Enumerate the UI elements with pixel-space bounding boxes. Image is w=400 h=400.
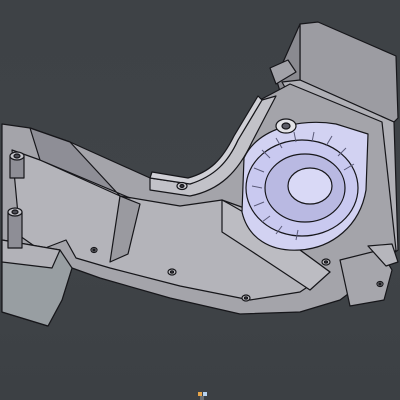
- screw-hole: [92, 248, 96, 252]
- model-canvas[interactable]: [0, 0, 400, 400]
- screw-hole: [378, 282, 382, 286]
- screw-hole: [243, 296, 249, 300]
- screw-hole: [169, 270, 175, 274]
- screw-hole: [179, 183, 185, 189]
- standoff-post-left-bottom: [7, 207, 23, 249]
- axis-triad-icon[interactable]: [198, 390, 208, 400]
- standoff-post-left-top: [9, 151, 25, 179]
- fan-hub: [287, 167, 333, 205]
- axis-z-face: [200, 396, 204, 400]
- screw-hole: [323, 260, 329, 264]
- fan-mount-hole: [281, 122, 291, 130]
- cad-3d-viewport[interactable]: [0, 0, 400, 400]
